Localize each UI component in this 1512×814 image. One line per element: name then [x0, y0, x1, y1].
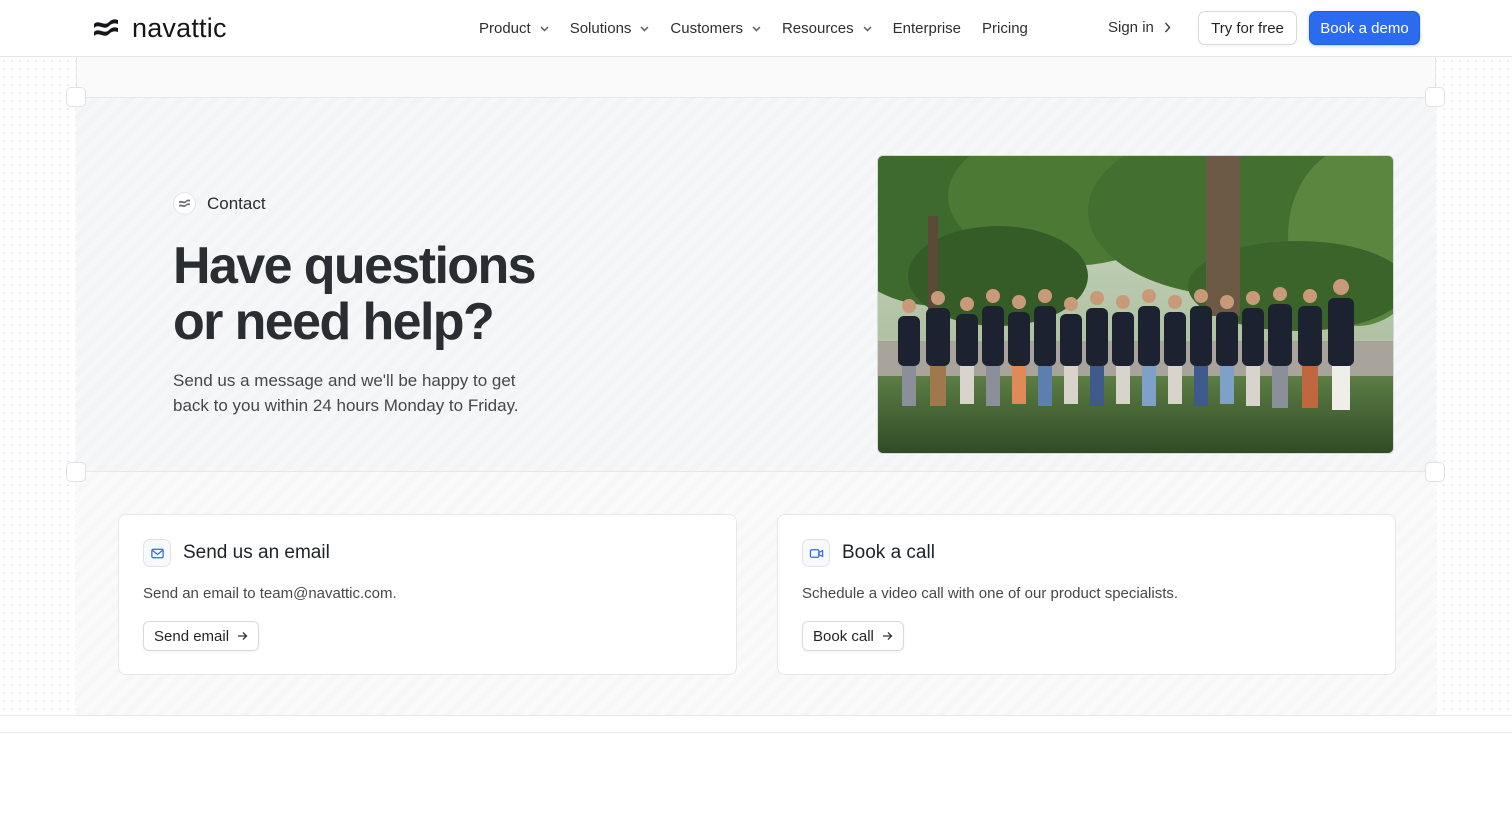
- call-card-title: Book a call: [842, 542, 935, 563]
- email-contact-card: Send us an email Send an email to team@n…: [118, 514, 737, 675]
- chevron-down-icon: [863, 26, 872, 31]
- frame-corner-marker: [1425, 462, 1445, 482]
- navattic-logo-icon: [94, 19, 118, 36]
- arrow-right-icon: [238, 632, 248, 640]
- main-menu: Product Solutions Customers Resources En…: [479, 0, 1049, 57]
- frame-corner-marker: [1425, 87, 1445, 107]
- call-contact-card: Book a call Schedule a video call with o…: [777, 514, 1396, 675]
- chevron-down-icon: [752, 26, 761, 31]
- team-photo-illustration: [878, 156, 1393, 453]
- sign-in-label: Sign in: [1108, 19, 1154, 36]
- email-card-title: Send us an email: [183, 542, 330, 563]
- send-email-button[interactable]: Send email: [143, 621, 260, 651]
- section-divider: [0, 715, 1512, 733]
- headline-line-2: or need help?: [173, 293, 495, 351]
- chevron-down-icon: [540, 26, 549, 31]
- navattic-logo[interactable]: navattic: [92, 12, 227, 44]
- chevron-down-icon: [640, 26, 649, 31]
- try-for-free-button[interactable]: Try for free: [1198, 11, 1297, 45]
- nav-item-enterprise[interactable]: Enterprise: [893, 20, 961, 37]
- nav-item-pricing[interactable]: Pricing: [982, 20, 1028, 37]
- nav-item-label: Customers: [670, 20, 743, 37]
- nav-item-label: Resources: [781, 20, 854, 37]
- nav-item-label: Solutions: [569, 20, 632, 37]
- contact-eyebrow: Contact: [173, 192, 266, 215]
- hero-description: Send us a message and we'll be happy to …: [173, 371, 519, 415]
- top-navigation: navattic Product Solutions Customers Res…: [0, 0, 1512, 57]
- arrow-right-icon: [882, 632, 893, 640]
- page-title: Have questions or need help?: [173, 238, 593, 350]
- call-card-description: Schedule a video call with one of our pr…: [802, 585, 1179, 602]
- nav-item-label: Product: [479, 20, 531, 37]
- chevron-right-icon: [1164, 22, 1171, 33]
- book-call-label: Book call: [813, 627, 874, 645]
- frame-corner-marker: [66, 462, 86, 482]
- brand-name: navattic: [132, 12, 227, 43]
- book-call-button[interactable]: Book call: [802, 621, 904, 651]
- mail-icon: [143, 539, 171, 567]
- email-card-description: Send an email to team@navattic.com.: [143, 585, 397, 602]
- team-group-photo: [877, 155, 1394, 454]
- frame-corner-marker: [66, 87, 86, 107]
- eyebrow-label: Contact: [207, 193, 266, 213]
- nav-item-product[interactable]: Product: [479, 20, 549, 37]
- nav-item-solutions[interactable]: Solutions: [570, 20, 650, 37]
- send-email-label: Send email: [154, 627, 230, 645]
- navattic-badge-icon: [173, 192, 196, 215]
- nav-item-customers[interactable]: Customers: [670, 20, 761, 37]
- headline-line-1: Have questions: [173, 237, 537, 295]
- nav-item-label: Enterprise: [892, 20, 962, 37]
- book-demo-button[interactable]: Book a demo: [1309, 11, 1420, 45]
- sign-in-link[interactable]: Sign in: [1108, 19, 1171, 36]
- video-icon: [802, 539, 830, 567]
- nav-item-resources[interactable]: Resources: [782, 20, 872, 37]
- nav-item-label: Pricing: [982, 20, 1028, 37]
